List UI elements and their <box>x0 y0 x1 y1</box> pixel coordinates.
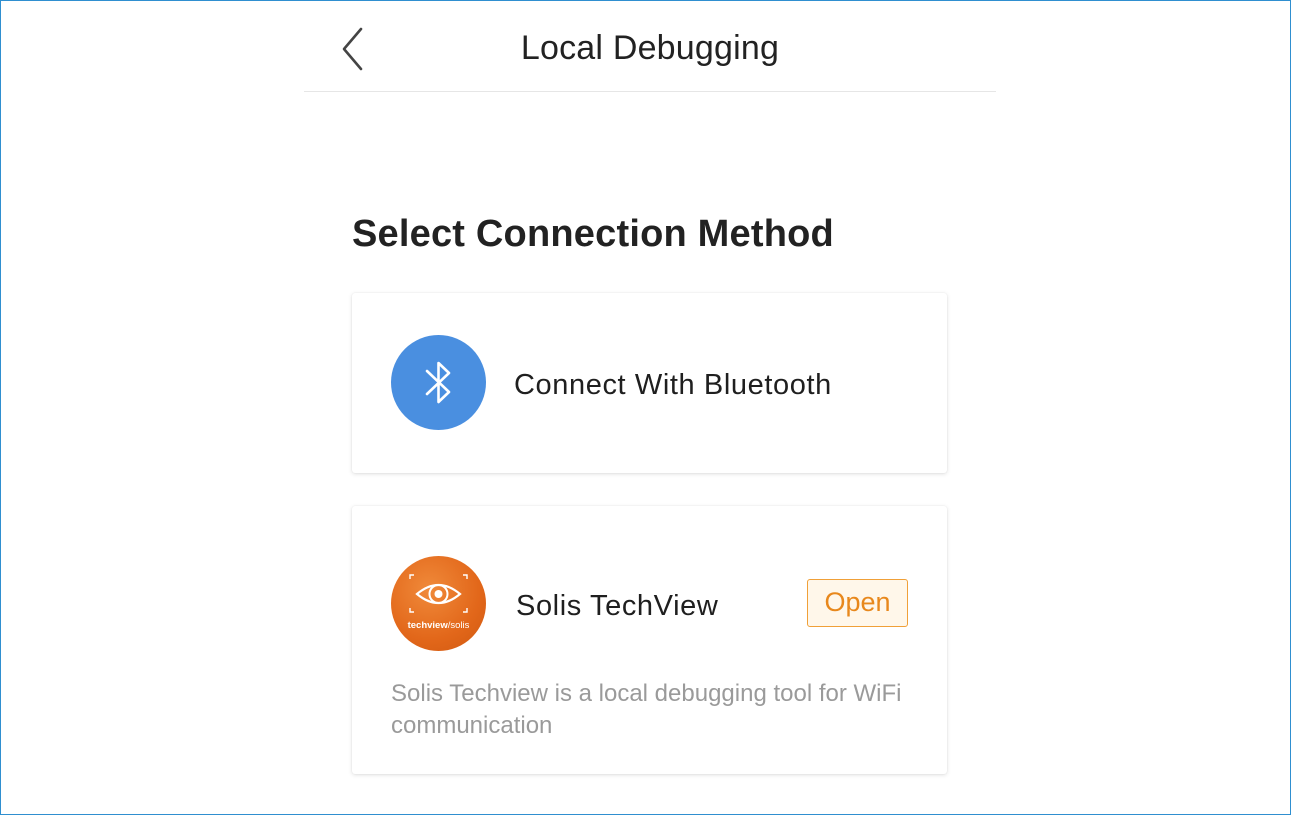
techview-logo-wordmark: techview/solis <box>407 620 470 631</box>
techview-description: Solis Techview is a local debugging tool… <box>391 680 902 739</box>
techview-logo: techview/solis <box>391 556 486 651</box>
bluetooth-icon <box>391 335 486 430</box>
section-title: Select Connection Method <box>352 213 834 255</box>
bluetooth-connection-card[interactable]: Connect With Bluetooth <box>352 293 947 473</box>
bluetooth-option-label: Connect With Bluetooth <box>514 369 832 401</box>
page-title: Local Debugging <box>520 29 780 67</box>
top-navigation-bar: Local Debugging <box>304 11 996 92</box>
eye-icon <box>409 574 468 613</box>
techview-card: techview/solis Solis TechView Open Solis… <box>352 506 947 774</box>
techview-option-label: Solis TechView <box>516 590 719 622</box>
open-button[interactable]: Open <box>807 579 908 627</box>
app-frame: Local Debugging Select Connection Method… <box>0 0 1291 815</box>
